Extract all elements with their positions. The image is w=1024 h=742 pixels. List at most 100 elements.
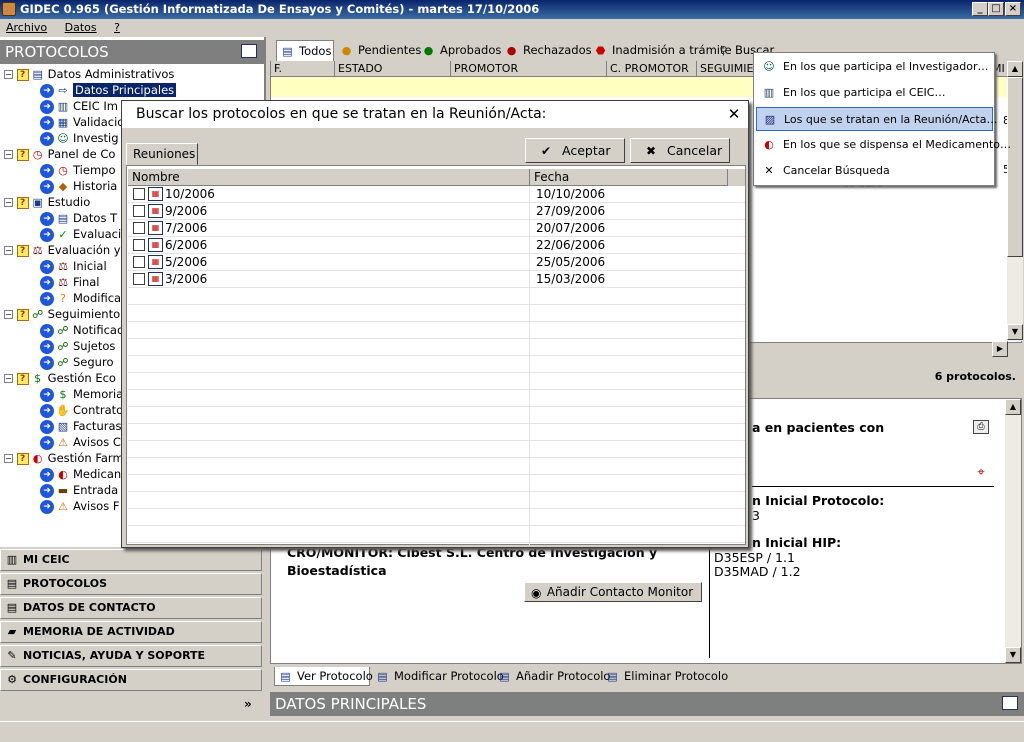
tree-item[interactable]: − ? ▣ Estudio: [4, 194, 90, 210]
nav-configuración[interactable]: ⚙ CONFIGURACIÓN: [0, 669, 262, 691]
nav-memoria-de-actividad[interactable]: ▰ MEMORIA DE ACTIVIDAD: [0, 621, 262, 643]
add-monitor-button[interactable]: ◉ Añadir Contacto Monitor: [524, 582, 702, 602]
tab-todos[interactable]: ▤ Todos: [276, 40, 334, 61]
dropdown-item[interactable]: ▥ En los que participa el CEIC…: [756, 81, 993, 105]
row-checkbox[interactable]: [133, 239, 145, 251]
tree-item[interactable]: ➜ ⚖ Inicial: [40, 258, 107, 274]
col-seguimiento[interactable]: SEGUIMIEN: [697, 61, 762, 77]
col-fecha[interactable]: Fecha: [530, 169, 728, 186]
dropdown-item[interactable]: ☺ En los que participa el Investigador…: [756, 55, 993, 79]
nav-datos-de-contacto[interactable]: ▤ DATOS DE CONTACTO: [0, 597, 262, 619]
tree-item[interactable]: ➜ ▥ CEIC Im: [40, 98, 118, 114]
tree-item[interactable]: ➜ ▦ Validacio: [40, 114, 124, 130]
tree-item[interactable]: ➜ ✋ Contrato: [40, 402, 123, 418]
tree-item[interactable]: − ? ◷ Panel de Co: [4, 146, 115, 162]
col-f-entrada[interactable]: F. ENTRADA: [271, 61, 335, 90]
tree-item[interactable]: ➜ ☍ Sujetos: [40, 338, 115, 354]
dropdown-item[interactable]: ▨ Los que se tratan en la Reunión/Acta…: [756, 107, 998, 131]
close-window-button[interactable]: ×: [1005, 2, 1021, 16]
tree-item[interactable]: ➜ ☍ Seguro: [40, 354, 113, 370]
collapse-icon[interactable]: −: [4, 454, 13, 463]
col-promotor[interactable]: PROMOTOR: [451, 61, 607, 77]
tree-item[interactable]: − ? ▤ Datos Administrativos: [4, 66, 174, 82]
tree-item[interactable]: ➜ ◆ Historia: [40, 178, 117, 194]
tree-item[interactable]: − ? $ Gestión Eco: [4, 370, 116, 386]
scroll-down-icon[interactable]: ▼: [1005, 647, 1021, 663]
menu-archivo[interactable]: Archivo: [6, 21, 47, 34]
col-estado[interactable]: ESTADO: [335, 61, 451, 77]
tree-item[interactable]: ➜ ▧ Facturas: [40, 418, 122, 434]
tree-item[interactable]: ➜ ▤ Datos T: [40, 210, 117, 226]
menu-help[interactable]: ?: [114, 21, 120, 34]
nav-noticias-ayuda-y-soporte[interactable]: ✎ NOTICIAS, AYUDA Y SOPORTE: [0, 645, 262, 667]
collapse-icon[interactable]: −: [4, 70, 13, 79]
tree-item[interactable]: ➜ ⇨ Datos Principales: [40, 82, 177, 98]
tab-inadmisión[interactable]: ⬣ Inadmisión a trámite: [590, 40, 732, 61]
mouse-icon[interactable]: ⌖: [973, 465, 989, 481]
tree-item[interactable]: − ? ☍ Seguimiento: [4, 306, 120, 322]
chevron-double-down-icon[interactable]: »: [244, 697, 252, 711]
scroll-up-icon[interactable]: ▲: [1005, 399, 1021, 415]
menu-datos[interactable]: Datos: [65, 21, 97, 34]
tree-item[interactable]: ➜ $ Memoria: [40, 386, 123, 402]
table-row[interactable]: ▦ 9/2006 27/09/2006: [128, 203, 745, 220]
tree-item[interactable]: ➜ ⚖ Final: [40, 274, 100, 290]
tab-reuniones[interactable]: Reuniones: [126, 143, 198, 165]
tab-añadir-protocolo[interactable]: ▤ Añadir Protocolo: [494, 667, 610, 686]
table-row[interactable]: ▦ 7/2006 20/07/2006: [128, 220, 745, 237]
accept-button[interactable]: ✔ Aceptar: [525, 138, 625, 163]
tab-modificar-protocolo[interactable]: ▤ Modificar Protocolo: [372, 667, 504, 686]
tree-item[interactable]: ➜ ⚠ Avisos F: [40, 498, 119, 514]
scroll-down-icon[interactable]: ▼: [1007, 324, 1023, 340]
scroll-thumb[interactable]: [1007, 77, 1023, 257]
maximize-button[interactable]: □: [988, 2, 1004, 16]
dropdown-item[interactable]: ◐ En los que se dispensa el Medicamento…: [756, 133, 1011, 157]
nav-mi-ceic[interactable]: ▥ MI CEIC: [0, 549, 262, 571]
tree-item[interactable]: ➜ ▬ Entrada: [40, 482, 118, 498]
tree-item[interactable]: ➜ ◐ Medican: [40, 466, 121, 482]
tab-pendientes[interactable]: ● Pendientes: [336, 40, 422, 61]
row-checkbox[interactable]: [133, 188, 145, 200]
tree-item[interactable]: ➜ ⚠ Avisos C: [40, 434, 121, 450]
collapse-icon[interactable]: −: [4, 310, 13, 319]
collapse-icon[interactable]: −: [4, 374, 13, 383]
row-checkbox[interactable]: [133, 256, 145, 268]
table-row[interactable]: ▦ 10/2006 10/10/2006: [128, 186, 745, 203]
collapse-icon[interactable]: −: [4, 150, 13, 159]
tree-item[interactable]: ➜ ☺ Investig: [40, 130, 119, 146]
table-row[interactable]: ▦ 5/2006 25/05/2006: [128, 254, 745, 271]
tree-item[interactable]: − ? ◐ Gestión Farm: [4, 450, 124, 466]
col-c-promotor[interactable]: C. PROMOTOR: [607, 61, 697, 77]
col-nombre[interactable]: Nombre: [128, 169, 530, 186]
row-checkbox[interactable]: [133, 222, 145, 234]
printer-icon[interactable]: ⎙: [973, 420, 989, 434]
scroll-right-icon[interactable]: ▶: [992, 341, 1008, 357]
row-checkbox[interactable]: [133, 205, 145, 217]
cancel-button[interactable]: ✖ Cancelar: [630, 138, 730, 163]
tree-item[interactable]: ➜ ◷ Tiempo: [40, 162, 115, 178]
tree-item[interactable]: − ? ⚖ Evaluación y: [4, 242, 121, 258]
table-row[interactable]: ▦ 6/2006 22/06/2006: [128, 237, 745, 254]
row-checkbox[interactable]: [133, 273, 145, 285]
tab-eliminar-protocolo[interactable]: ▤ Eliminar Protocolo: [602, 667, 728, 686]
detail-scrollbar[interactable]: ▲ ▼: [1005, 399, 1021, 663]
collapse-icon[interactable]: −: [4, 246, 13, 255]
nav-protocolos[interactable]: ▤ PROTOCOLOS: [0, 573, 262, 595]
scroll-up-icon[interactable]: ▲: [1007, 61, 1023, 77]
table-row[interactable]: ▦ 3/2006 15/03/2006: [128, 271, 745, 288]
tab-aprobados[interactable]: ● Aprobados: [418, 40, 502, 61]
document-icon[interactable]: [241, 44, 257, 58]
grid-vertical-scrollbar[interactable]: ▲ ▼: [1007, 61, 1023, 341]
tree-item[interactable]: ➜ ☍ Notificac: [40, 322, 123, 338]
tree-item[interactable]: ➜ ✓ Evaluaci: [40, 226, 121, 242]
tab-ver-protocolo[interactable]: ▤ Ver Protocolo: [274, 667, 373, 686]
minimize-button[interactable]: _: [972, 2, 988, 16]
close-icon[interactable]: ✕: [726, 105, 742, 123]
app-icon[interactable]: [2, 2, 16, 16]
dropdown-item[interactable]: ✕ Cancelar Búsqueda: [756, 159, 993, 183]
tab-rechazados[interactable]: ● Rechazados: [501, 40, 592, 61]
tree-item[interactable]: ➜? Modifica: [40, 290, 121, 306]
document-icon[interactable]: [1002, 696, 1018, 710]
collapse-icon[interactable]: −: [4, 198, 13, 207]
tab-label: Rechazados: [523, 43, 592, 57]
